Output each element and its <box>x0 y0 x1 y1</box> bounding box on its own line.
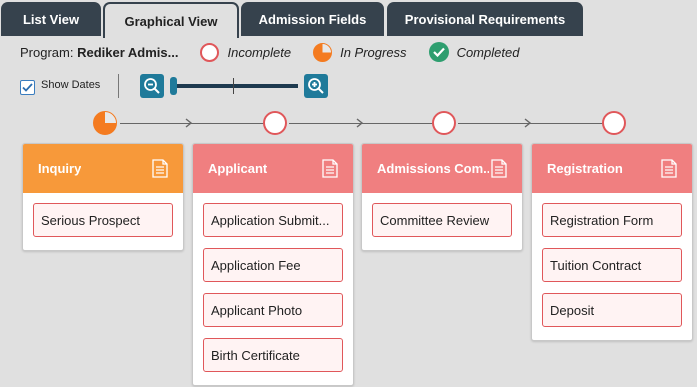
stage-title: Applicant <box>208 161 268 176</box>
legend-row: Program: Rediker Admis... Incomplete In … <box>20 42 519 62</box>
program-name: Rediker Admis... <box>77 44 179 60</box>
tab-bar: List View Graphical View Admission Field… <box>0 0 697 38</box>
chevron-right-icon <box>185 118 193 128</box>
requirement-item[interactable]: Applicant Photo <box>203 293 343 327</box>
zoom-in-icon <box>308 78 324 94</box>
zoom-in-button[interactable] <box>304 74 328 98</box>
zoom-slider-tick <box>233 78 234 94</box>
legend-completed: Completed <box>428 42 520 62</box>
stage-items: Committee Review <box>362 193 522 250</box>
in-progress-icon <box>313 42 333 62</box>
zoom-out-button[interactable] <box>140 74 164 98</box>
controls-divider <box>118 74 119 98</box>
requirement-item[interactable]: Registration Form <box>542 203 682 237</box>
stage-items: Serious Prospect <box>23 193 183 250</box>
stage-title: Admissions Com... <box>377 161 489 176</box>
document-icon[interactable] <box>661 159 677 178</box>
legend-in-progress-label: In Progress <box>340 44 407 60</box>
completed-check-icon <box>428 42 449 62</box>
document-icon[interactable] <box>322 159 338 178</box>
program-prefix: Program: <box>20 44 74 60</box>
timeline-node-admissions-committee <box>432 111 456 135</box>
show-dates-checkbox[interactable] <box>20 80 35 95</box>
legend-incomplete-label: Incomplete <box>227 44 292 60</box>
stage-header: Inquiry <box>23 144 183 193</box>
requirement-item[interactable]: Committee Review <box>372 203 512 237</box>
zoom-out-icon <box>144 78 160 94</box>
timeline-node-registration <box>602 111 626 135</box>
stage-items: Application Submit... Application Fee Ap… <box>193 193 353 385</box>
legend-in-progress: In Progress <box>313 42 407 62</box>
requirement-item[interactable]: Tuition Contract <box>542 248 682 282</box>
requirement-item[interactable]: Application Submit... <box>203 203 343 237</box>
document-icon[interactable] <box>152 159 168 178</box>
stage-card-applicant: Applicant Application Submit... Applicat… <box>192 143 354 386</box>
tab-graphical-view[interactable]: Graphical View <box>103 2 239 38</box>
tab-list-view[interactable]: List View <box>1 2 101 36</box>
show-dates-label[interactable]: Show Dates <box>41 79 100 91</box>
zoom-slider-track[interactable] <box>172 84 298 88</box>
stage-card-registration: Registration Registration Form Tuition C… <box>531 143 693 341</box>
legend-incomplete: Incomplete <box>200 42 292 62</box>
timeline-connector <box>120 123 270 124</box>
stage-header: Registration <box>532 144 692 193</box>
stage-title: Inquiry <box>38 161 82 176</box>
stage-card-admissions-committee: Admissions Com... Committee Review <box>361 143 523 251</box>
chevron-right-icon <box>356 118 364 128</box>
stage-header: Applicant <box>193 144 353 193</box>
requirement-item[interactable]: Birth Certificate <box>203 338 343 372</box>
timeline-node-inquiry <box>93 111 117 135</box>
stage-items: Registration Form Tuition Contract Depos… <box>532 193 692 340</box>
zoom-slider-handle[interactable] <box>170 77 177 95</box>
chevron-right-icon <box>524 118 532 128</box>
stage-timeline <box>0 108 697 138</box>
tab-admission-fields[interactable]: Admission Fields <box>241 2 384 36</box>
stage-card-inquiry: Inquiry Serious Prospect <box>22 143 184 251</box>
stage-title: Registration <box>547 161 623 176</box>
view-controls: Show Dates <box>20 74 340 100</box>
requirement-item[interactable]: Application Fee <box>203 248 343 282</box>
tab-provisional-requirements[interactable]: Provisional Requirements <box>387 2 583 36</box>
stage-header: Admissions Com... <box>362 144 522 193</box>
requirement-item[interactable]: Serious Prospect <box>33 203 173 237</box>
program-label: Program: Rediker Admis... <box>20 45 178 60</box>
legend-completed-label: Completed <box>456 44 520 60</box>
incomplete-icon <box>200 42 220 62</box>
requirement-item[interactable]: Deposit <box>542 293 682 327</box>
document-icon[interactable] <box>491 159 507 178</box>
timeline-node-applicant <box>263 111 287 135</box>
